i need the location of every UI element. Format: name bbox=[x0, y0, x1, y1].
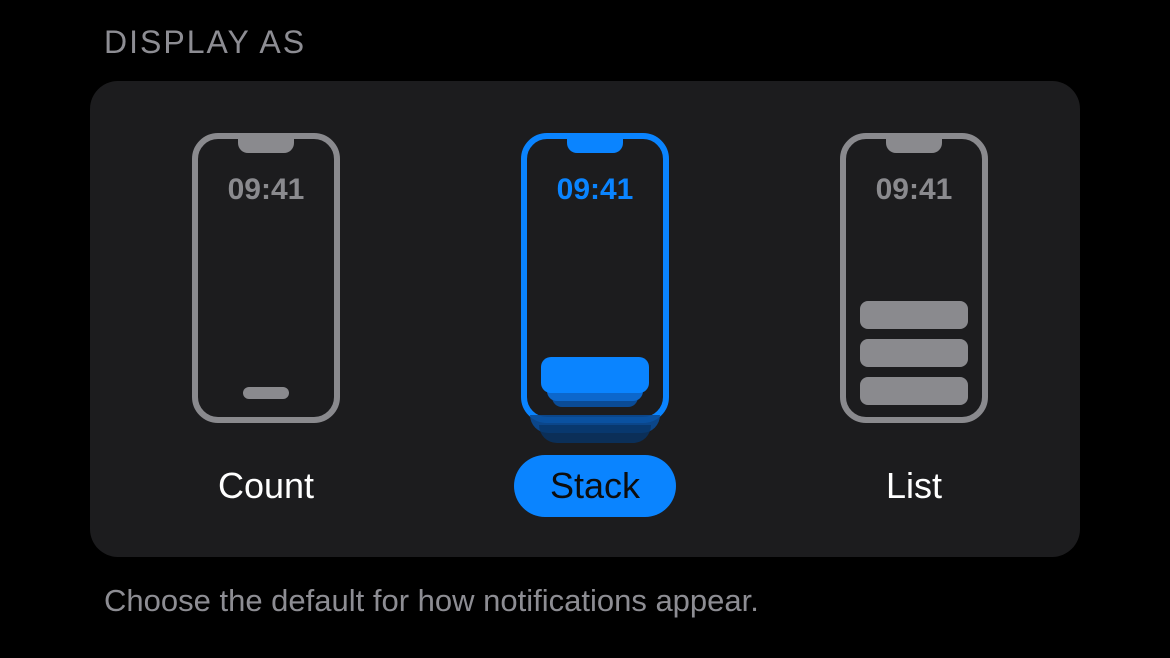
section-header: DISPLAY AS bbox=[90, 24, 1080, 61]
notch-icon bbox=[567, 139, 623, 153]
display-as-card: 09:41 Count 09:41 Stack bbox=[90, 81, 1080, 557]
phone-preview-list-icon: 09:41 bbox=[840, 133, 988, 423]
phone-preview-stack-icon: 09:41 bbox=[521, 133, 669, 423]
phone-time: 09:41 bbox=[228, 173, 305, 207]
notch-icon bbox=[238, 139, 294, 153]
list-notification-icon bbox=[860, 301, 968, 405]
stack-notification-icon bbox=[541, 353, 649, 407]
option-stack[interactable]: 09:41 Stack bbox=[514, 133, 676, 517]
notch-icon bbox=[886, 139, 942, 153]
option-list[interactable]: 09:41 List bbox=[840, 133, 988, 517]
phone-time: 09:41 bbox=[876, 173, 953, 207]
option-list-label: List bbox=[850, 455, 978, 517]
option-count[interactable]: 09:41 Count bbox=[182, 133, 350, 517]
option-stack-label: Stack bbox=[514, 455, 676, 517]
phone-preview-count-icon: 09:41 bbox=[192, 133, 340, 423]
option-count-label: Count bbox=[182, 455, 350, 517]
count-notification-icon bbox=[243, 387, 289, 399]
section-footer: Choose the default for how notifications… bbox=[90, 583, 1080, 619]
phone-preview-stack-wrap: 09:41 bbox=[521, 133, 669, 423]
stack-depth-icon bbox=[539, 425, 651, 443]
phone-time: 09:41 bbox=[557, 173, 634, 207]
